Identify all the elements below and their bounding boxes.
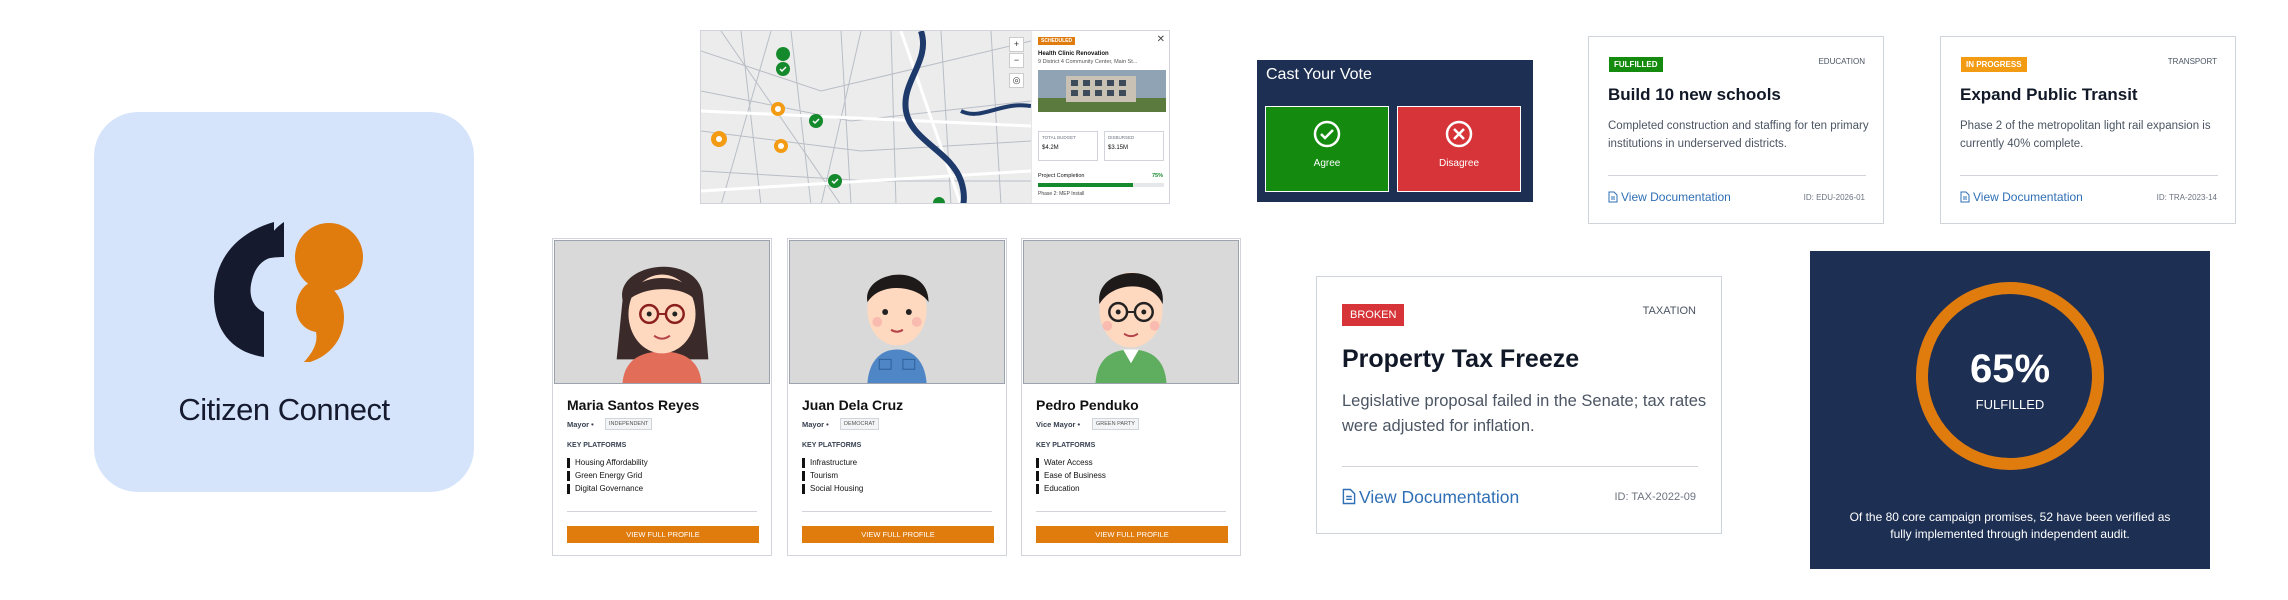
promise-title: Expand Public Transit bbox=[1960, 85, 2138, 104]
platform-item: Social Housing bbox=[802, 484, 992, 494]
party-badge: GREEN PARTY bbox=[1092, 418, 1139, 430]
app-name: Citizen Connect bbox=[178, 392, 390, 427]
promise-card-large: BROKEN TAXATION Property Tax Freeze Legi… bbox=[1316, 276, 1722, 534]
candidate-name: Maria Santos Reyes bbox=[567, 397, 700, 413]
platform-item: Infrastructure bbox=[802, 458, 992, 468]
candidate-name: Juan Dela Cruz bbox=[802, 397, 904, 413]
map-pin-orange-icon[interactable] bbox=[774, 139, 788, 153]
project-status-tag: SCHEDULED bbox=[1038, 37, 1076, 45]
zoom-in-button[interactable]: + bbox=[1009, 37, 1024, 52]
project-detail-panel: SCHEDULED ✕ Health Clinic Renovation 9 D… bbox=[1031, 31, 1169, 203]
zoom-out-button[interactable]: − bbox=[1009, 53, 1024, 68]
status-badge: IN PROGRESS bbox=[1961, 57, 2027, 72]
disagree-button[interactable]: Disagree bbox=[1397, 106, 1521, 192]
platform-item: Green Energy Grid bbox=[567, 471, 757, 481]
promise-description: Phase 2 of the metropolitan light rail e… bbox=[1960, 120, 2211, 150]
document-icon bbox=[1608, 191, 1618, 203]
divider bbox=[567, 511, 757, 512]
candidate-role: Mayor • bbox=[567, 420, 594, 429]
view-full-profile-button[interactable]: VIEW FULL PROFILE bbox=[567, 526, 759, 543]
platform-item: Ease of Business bbox=[1036, 471, 1226, 481]
promise-id: ID: EDU-2026-01 bbox=[1803, 193, 1865, 202]
promise-card: FULFILLED EDUCATION Build 10 new schools… bbox=[1588, 36, 1884, 224]
promise-title: Build 10 new schools bbox=[1608, 85, 1781, 104]
promise-card: IN PROGRESS TRANSPORT Expand Public Tran… bbox=[1940, 36, 2236, 224]
app-logo-tile: Citizen Connect bbox=[94, 112, 474, 492]
agree-label: Agree bbox=[1313, 158, 1341, 169]
promise-description: Legislative proposal failed in the Senat… bbox=[1342, 392, 1707, 435]
view-full-profile-button[interactable]: VIEW FULL PROFILE bbox=[802, 526, 994, 543]
divider bbox=[1960, 175, 2218, 176]
platform-item: Education bbox=[1036, 484, 1226, 494]
promise-category: TRANSPORT bbox=[2167, 57, 2217, 66]
promise-id: ID: TAX-2022-09 bbox=[1614, 491, 1696, 503]
view-documentation-link[interactable]: View Documentation bbox=[1960, 190, 2083, 204]
view-documentation-link[interactable]: View Documentation bbox=[1342, 487, 1519, 508]
candidate-card: Maria Santos Reyes Mayor • INDEPENDENT K… bbox=[552, 238, 772, 556]
key-platforms-label: KEY PLATFORMS bbox=[1036, 442, 1096, 449]
candidate-avatar bbox=[1023, 240, 1239, 384]
kpi-total-budget: TOTAL BUDGET $4.2M bbox=[1038, 131, 1098, 161]
project-phase: Phase 2: MEP Install bbox=[1038, 191, 1085, 197]
project-photo bbox=[1038, 70, 1166, 112]
project-map-card: + − ◎ SCHEDULED ✕ Health Clinic Renovati… bbox=[700, 30, 1170, 204]
project-map[interactable] bbox=[701, 31, 1031, 204]
project-address: 9 District 4 Community Center, Main St..… bbox=[1038, 59, 1138, 65]
promise-id: ID: TRA-2023-14 bbox=[2156, 193, 2217, 202]
citizen-connect-logo-icon bbox=[214, 222, 363, 362]
candidate-role: Mayor • bbox=[802, 420, 829, 429]
divider bbox=[1608, 175, 1866, 176]
platform-item: Housing Affordability bbox=[567, 458, 757, 468]
platform-item: Tourism bbox=[802, 471, 992, 481]
fulfillment-progress-card: 65% FULFILLED Of the 80 core campaign pr… bbox=[1810, 251, 2210, 569]
candidate-name: Pedro Penduko bbox=[1036, 397, 1139, 413]
vote-title: Cast Your Vote bbox=[1266, 66, 1372, 83]
promise-category: EDUCATION bbox=[1818, 57, 1865, 66]
map-pin-green-icon[interactable] bbox=[809, 114, 823, 128]
platform-item: Digital Governance bbox=[567, 484, 757, 494]
kpi-disbursed: DISBURSED $3.15M bbox=[1104, 131, 1164, 161]
divider bbox=[1036, 511, 1226, 512]
disagree-label: Disagree bbox=[1438, 158, 1480, 169]
agree-button[interactable]: Agree bbox=[1265, 106, 1389, 192]
fulfilled-percent: 65% bbox=[1969, 347, 2051, 391]
document-icon bbox=[1960, 191, 1970, 203]
party-badge: INDEPENDENT bbox=[605, 418, 653, 430]
fulfilled-label: FULFILLED bbox=[1975, 397, 2045, 412]
project-title: Health Clinic Renovation bbox=[1038, 51, 1109, 57]
party-badge: DEMOCRAT bbox=[840, 418, 880, 430]
document-icon bbox=[1342, 488, 1356, 505]
status-badge: FULFILLED bbox=[1609, 57, 1663, 72]
map-pin-orange-icon[interactable] bbox=[711, 131, 727, 147]
candidate-card: Juan Dela Cruz Mayor • DEMOCRAT KEY PLAT… bbox=[787, 238, 1007, 556]
promise-title: Property Tax Freeze bbox=[1342, 345, 1580, 373]
view-documentation-link[interactable]: View Documentation bbox=[1608, 190, 1731, 204]
candidate-role: Vice Mayor • bbox=[1036, 420, 1081, 429]
divider bbox=[1342, 466, 1698, 467]
vote-widget: Cast Your Vote Agree Disagree bbox=[1257, 60, 1533, 202]
completion-value: 75% bbox=[1151, 173, 1163, 179]
candidate-card: Pedro Penduko Vice Mayor • GREEN PARTY K… bbox=[1021, 238, 1241, 556]
locate-icon[interactable]: ◎ bbox=[1009, 73, 1024, 88]
x-circle-icon bbox=[1445, 120, 1473, 148]
map-pin-orange-icon[interactable] bbox=[771, 102, 785, 116]
map-pin-green-icon[interactable] bbox=[828, 174, 842, 188]
divider bbox=[802, 511, 992, 512]
check-circle-icon bbox=[1313, 120, 1341, 148]
view-full-profile-button[interactable]: VIEW FULL PROFILE bbox=[1036, 526, 1228, 543]
completion-label: Project Completion bbox=[1038, 173, 1085, 179]
status-badge: BROKEN bbox=[1342, 304, 1405, 326]
progress-caption: Of the 80 core campaign promises, 52 hav… bbox=[1849, 510, 2171, 541]
promise-category: TAXATION bbox=[1642, 305, 1696, 317]
platform-item: Water Access bbox=[1036, 458, 1226, 468]
candidate-avatar bbox=[554, 240, 770, 384]
promise-description: Completed construction and staffing for … bbox=[1608, 120, 1869, 150]
close-icon[interactable]: ✕ bbox=[1157, 34, 1165, 45]
candidate-avatar bbox=[789, 240, 1005, 384]
key-platforms-label: KEY PLATFORMS bbox=[567, 442, 627, 449]
completion-progress-bar bbox=[1038, 183, 1164, 187]
key-platforms-label: KEY PLATFORMS bbox=[802, 442, 862, 449]
